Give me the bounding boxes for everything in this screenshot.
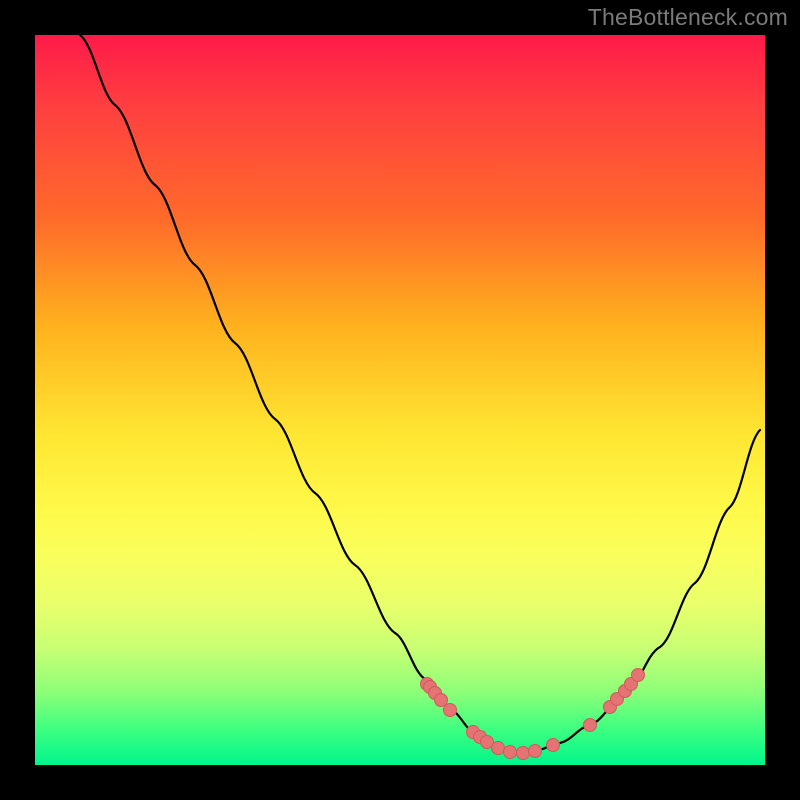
curve-marker [444, 704, 457, 717]
bottleneck-curve [35, 35, 765, 765]
curve-marker [632, 669, 645, 682]
curve-marker [517, 747, 530, 760]
curve-marker [529, 745, 542, 758]
curve-marker [492, 742, 505, 755]
curve-marker [584, 719, 597, 732]
curve-marker [435, 694, 448, 707]
curve-marker [504, 746, 517, 759]
watermark-text: TheBottleneck.com [588, 4, 788, 31]
chart-frame: TheBottleneck.com [0, 0, 800, 800]
curve-marker [547, 739, 560, 752]
